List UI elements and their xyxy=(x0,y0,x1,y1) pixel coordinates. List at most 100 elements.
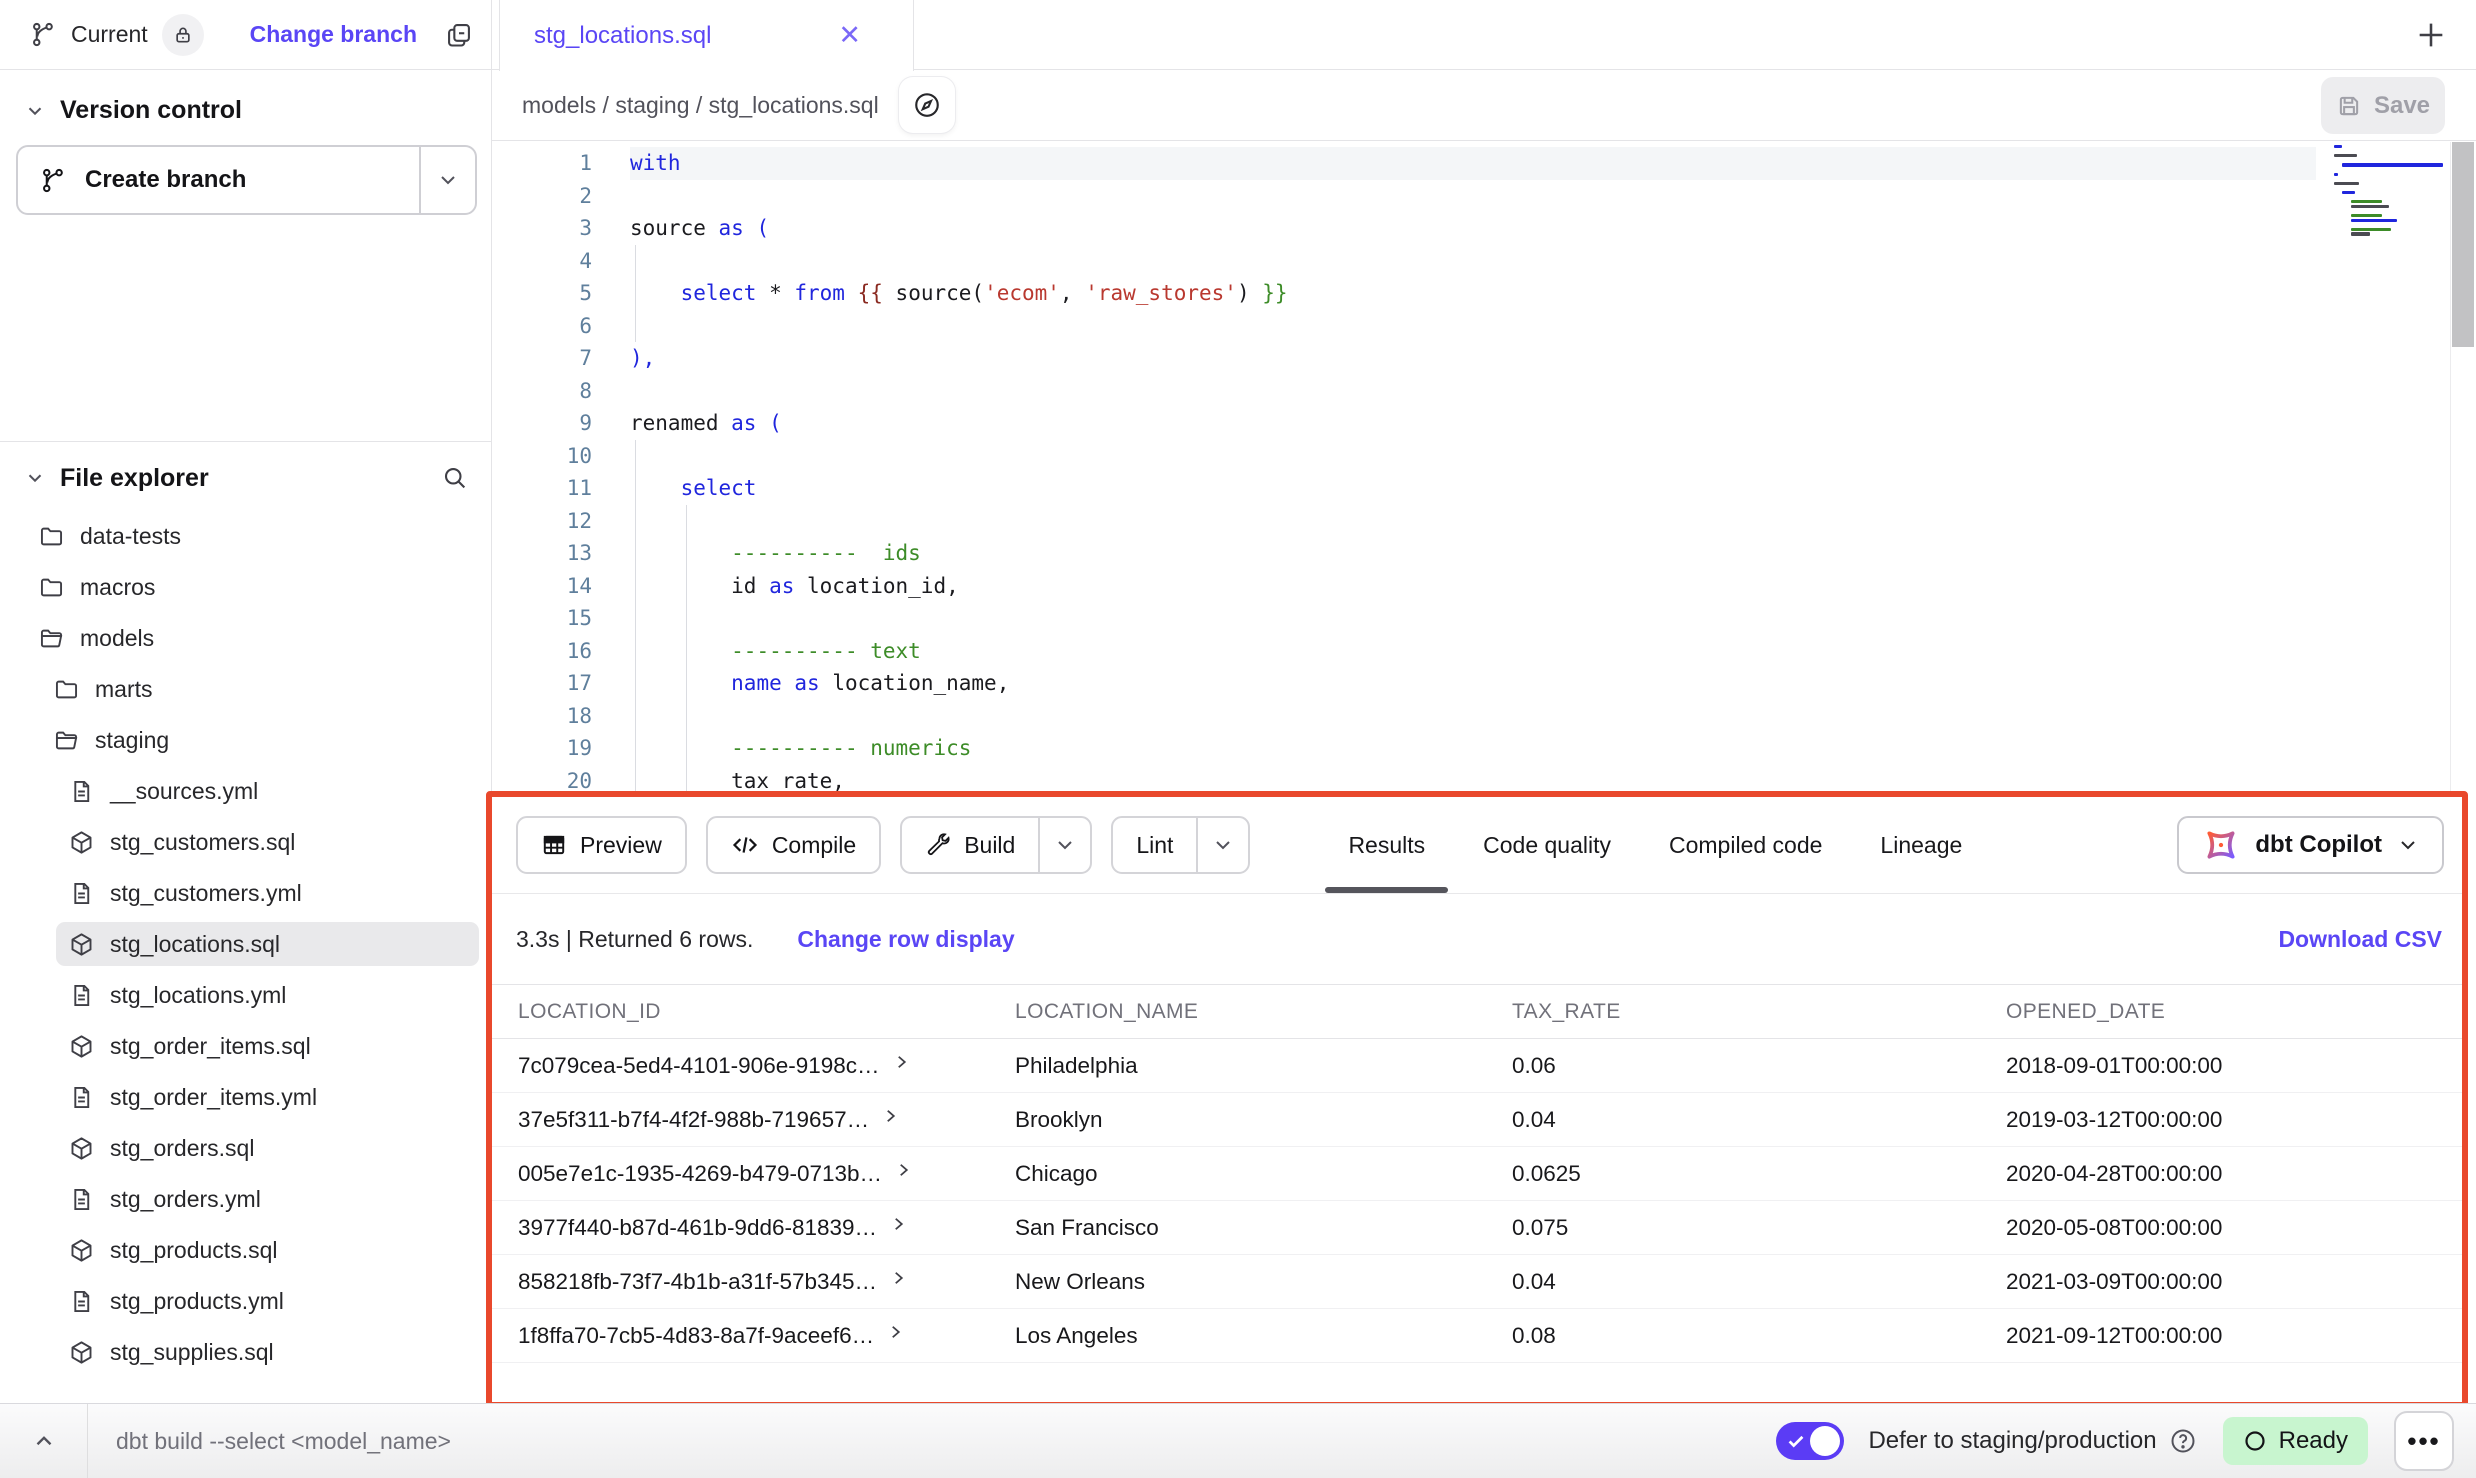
line-number: 20 xyxy=(492,765,630,798)
expand-cell-icon[interactable] xyxy=(886,1323,904,1341)
file-item-marts[interactable]: marts xyxy=(41,667,479,711)
file-item-stg_customers.sql[interactable]: stg_customers.sql xyxy=(56,820,479,864)
line-number: 18 xyxy=(492,700,630,733)
copy-icon[interactable] xyxy=(445,21,473,49)
download-csv-link[interactable]: Download CSV xyxy=(2278,926,2442,953)
editor-scrollbar[interactable] xyxy=(2450,142,2476,797)
folder-open-icon xyxy=(38,625,65,652)
tab-code-quality[interactable]: Code quality xyxy=(1454,797,1640,893)
check-icon xyxy=(1785,1430,1807,1457)
file-item-label: stg_orders.yml xyxy=(110,1186,261,1213)
file-item-stg_products.sql[interactable]: stg_products.sql xyxy=(56,1228,479,1272)
scrollbar-thumb[interactable] xyxy=(2452,142,2474,347)
change-branch-link[interactable]: Change branch xyxy=(250,21,417,48)
code-line-20: tax_rate, xyxy=(630,765,2316,798)
file-item-staging[interactable]: staging xyxy=(41,718,479,762)
cell-opened_date: 2018-09-01T00:00:00 xyxy=(1980,1039,2466,1092)
model-icon xyxy=(68,1033,95,1060)
file-item-label: stg_products.sql xyxy=(110,1237,277,1264)
file-item-stg_customers.yml[interactable]: stg_customers.yml xyxy=(56,871,479,915)
chevron-up-icon xyxy=(31,1428,57,1454)
compile-button[interactable]: Compile xyxy=(706,816,881,874)
file-item-macros[interactable]: macros xyxy=(26,565,479,609)
cell-tax_rate: 0.04 xyxy=(1486,1093,1980,1146)
preview-button[interactable]: Preview xyxy=(516,816,687,874)
wrench-icon xyxy=(925,832,951,858)
file-item-stg_products.yml[interactable]: stg_products.yml xyxy=(56,1279,479,1323)
change-row-display-link[interactable]: Change row display xyxy=(797,926,1014,953)
build-menu-button[interactable] xyxy=(1038,818,1090,872)
file-item-label: models xyxy=(80,625,154,652)
code-line-5: select * from {{ source('ecom', 'raw_sto… xyxy=(630,277,2316,310)
expand-cell-icon[interactable] xyxy=(889,1269,907,1287)
line-number-gutter: 1234567891011121314151617181920 xyxy=(492,147,630,797)
more-options-button[interactable]: ••• xyxy=(2394,1411,2454,1471)
file-explorer-title: File explorer xyxy=(60,464,209,493)
code-area[interactable]: with source as ( select * from {{ source(… xyxy=(630,147,2316,797)
tab-stg-locations-sql[interactable]: stg_locations.sql ✕ xyxy=(499,0,914,71)
dbt-copilot-button[interactable]: dbt Copilot xyxy=(2177,816,2444,874)
expand-cell-icon[interactable] xyxy=(892,1053,910,1071)
collapse-panel-button[interactable] xyxy=(0,1404,88,1478)
file-item-stg_order_items.sql[interactable]: stg_order_items.sql xyxy=(56,1024,479,1068)
code-line-13: ---------- ids xyxy=(630,537,2316,570)
cell-tax_rate: 0.075 xyxy=(1486,1201,1980,1254)
status-badge: Ready xyxy=(2223,1417,2368,1465)
breadcrumb-row: models / staging / stg_locations.sql Sav… xyxy=(492,70,2476,141)
defer-toggle[interactable] xyxy=(1776,1422,1844,1460)
file-item-data-tests[interactable]: data-tests xyxy=(26,514,479,558)
file-item-stg_locations.yml[interactable]: stg_locations.yml xyxy=(56,973,479,1017)
code-line-3: source as ( xyxy=(630,212,2316,245)
code-editor: 1234567891011121314151617181920 with sour… xyxy=(492,142,2476,797)
search-icon[interactable] xyxy=(441,464,469,492)
lint-button[interactable]: Lint xyxy=(1111,816,1250,874)
new-tab-button[interactable] xyxy=(2408,12,2454,58)
file-item-stg_orders.sql[interactable]: stg_orders.sql xyxy=(56,1126,479,1170)
ready-label: Ready xyxy=(2279,1427,2348,1455)
version-control-header[interactable]: Version control xyxy=(0,70,491,125)
sidebar: Current Change branch Version control xyxy=(0,0,492,1403)
results-meta-row: 3.3s | Returned 6 rows. Change row displ… xyxy=(492,894,2466,984)
git-branch-icon xyxy=(30,21,57,48)
code-line-1: with xyxy=(630,147,2316,180)
file-item-stg_locations.sql[interactable]: stg_locations.sql xyxy=(56,922,479,966)
tab-results[interactable]: Results xyxy=(1319,797,1454,893)
cell-opened_date: 2020-04-28T00:00:00 xyxy=(1980,1147,2466,1200)
file-item-stg_supplies.sql[interactable]: stg_supplies.sql xyxy=(56,1330,479,1374)
table-row: 1f8ffa70-7cb5-4d83-8a7f-9aceef6…Los Ange… xyxy=(492,1309,2466,1363)
tab-lineage[interactable]: Lineage xyxy=(1851,797,1991,893)
tab-compiled-code[interactable]: Compiled code xyxy=(1640,797,1851,893)
file-item-__sources.yml[interactable]: __sources.yml xyxy=(56,769,479,813)
lint-menu-button[interactable] xyxy=(1196,818,1248,872)
file-explorer-header[interactable]: File explorer xyxy=(0,442,491,514)
file-item-label: marts xyxy=(95,676,153,703)
file-item-models[interactable]: models xyxy=(26,616,479,660)
status-bar: Defer to staging/production Ready ••• xyxy=(0,1403,2476,1478)
cell-tax_rate: 0.04 xyxy=(1486,1255,1980,1308)
cell-location_name: New Orleans xyxy=(989,1255,1486,1308)
build-button[interactable]: Build xyxy=(900,816,1092,874)
expand-cell-icon[interactable] xyxy=(889,1215,907,1233)
expand-cell-icon[interactable] xyxy=(881,1107,899,1125)
cell-location_id: 3977f440-b87d-461b-9dd6-81839… xyxy=(492,1201,989,1254)
code-line-11: select xyxy=(630,472,2316,505)
expand-cell-icon[interactable] xyxy=(894,1161,912,1179)
save-icon xyxy=(2336,93,2362,119)
cell-location_id: 1f8ffa70-7cb5-4d83-8a7f-9aceef6… xyxy=(492,1309,989,1362)
code-line-6 xyxy=(630,310,2316,343)
create-branch-menu-button[interactable] xyxy=(419,147,475,213)
save-label: Save xyxy=(2374,92,2430,120)
close-icon[interactable]: ✕ xyxy=(838,22,861,49)
help-icon[interactable] xyxy=(2169,1427,2197,1455)
file-item-label: stg_products.yml xyxy=(110,1288,284,1315)
build-label: Build xyxy=(964,832,1015,859)
file-item-stg_orders.yml[interactable]: stg_orders.yml xyxy=(56,1177,479,1221)
command-input[interactable] xyxy=(88,1404,1776,1478)
create-branch-button[interactable]: Create branch xyxy=(16,145,477,215)
folder-icon xyxy=(38,574,65,601)
save-button[interactable]: Save xyxy=(2321,77,2445,134)
file-item-stg_order_items.yml[interactable]: stg_order_items.yml xyxy=(56,1075,479,1119)
table-icon xyxy=(541,832,567,858)
navigate-button[interactable] xyxy=(899,77,955,133)
file-icon xyxy=(68,778,95,805)
